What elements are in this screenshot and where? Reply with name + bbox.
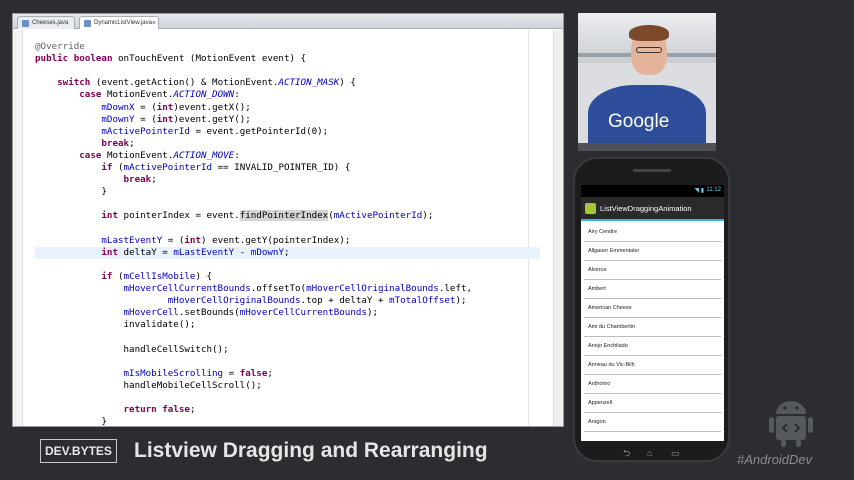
list-item[interactable]: Allgauer Emmentaler [584, 242, 721, 261]
shirt-logo-text: Google [608, 111, 670, 132]
code-line[interactable]: mDownX = (int)event.getX(); [35, 102, 250, 114]
episode-title: Listview Dragging and Rearranging [134, 439, 488, 462]
code-line[interactable]: handleCellSwitch(); [35, 344, 229, 356]
code-line[interactable]: break; [35, 138, 134, 150]
code-line[interactable] [35, 259, 41, 271]
list-item[interactable]: Ami du Chambertin [584, 318, 721, 337]
presenter-hair [629, 25, 669, 41]
java-file-icon [22, 20, 29, 27]
code-line[interactable]: public boolean onTouchEvent (MotionEvent… [35, 53, 306, 65]
code-line[interactable] [35, 392, 41, 404]
code-line[interactable]: case MotionEvent.ACTION_DOWN: [35, 89, 239, 101]
home-icon[interactable]: ⌂ [647, 448, 652, 458]
app-title: ListViewDraggingAnimation [600, 204, 692, 213]
list-item[interactable]: Anejo Enchilado [584, 337, 721, 356]
code-line[interactable]: mHoverCell.setBounds(mHoverCellCurrentBo… [35, 307, 379, 319]
hashtag: #AndroidDev [737, 452, 813, 467]
editor-gutter [13, 30, 23, 426]
presenter-glasses [636, 47, 662, 53]
code-line[interactable]: mActivePointerId = event.getPointerId(0)… [35, 126, 328, 138]
status-time: 11:12 [706, 187, 721, 193]
code-line[interactable]: handleMobileCellScroll(); [35, 380, 262, 392]
code-line[interactable]: } [35, 186, 107, 198]
action-bar: ListViewDraggingAnimation [581, 197, 724, 221]
list-item[interactable]: Ambert [584, 280, 721, 299]
code-line[interactable] [35, 356, 41, 368]
editor-tab-bar: Cheeses.java DynamicListView.java × [13, 14, 563, 29]
code-line[interactable]: mDownY = (int)event.getY(); [35, 114, 250, 126]
phone-nav-bar: ⮌ ⌂ ▭ [623, 448, 683, 458]
code-line[interactable]: @Override [35, 41, 85, 53]
code-line[interactable]: if (mActivePointerId == INVALID_POINTER_… [35, 162, 350, 174]
code-line[interactable]: break; [35, 174, 157, 186]
code-line[interactable]: case MotionEvent.ACTION_MOVE: [35, 150, 239, 162]
tab-cheeses-java[interactable]: Cheeses.java [17, 16, 76, 29]
phone-speaker [633, 169, 671, 172]
editor-vertical-scrollbar[interactable] [553, 30, 563, 426]
list-item[interactable]: Aragon [584, 413, 721, 432]
tab-dynamic-listview-java[interactable]: DynamicListView.java × [79, 16, 159, 29]
tab-label: DynamicListView.java [94, 20, 152, 26]
code-line[interactable]: switch (event.getAction() & MotionEvent.… [35, 77, 356, 89]
code-line[interactable]: if (mCellIsMobile) { [35, 271, 212, 283]
code-line[interactable]: int deltaY = mLastEventY - mDownY; [35, 246, 540, 259]
code-line[interactable]: mHoverCellCurrentBounds.offsetTo(mHoverC… [35, 283, 473, 295]
list-item[interactable]: Anneau du Vic-Bilh [584, 356, 721, 375]
wifi-signal-icon: ◥ ▮ [694, 188, 704, 194]
code-line[interactable]: return false; [35, 404, 196, 416]
code-line[interactable]: mLastEventY = (int) event.getY(pointerIn… [35, 235, 350, 247]
android-logo-icon [769, 401, 813, 447]
android-phone: ◥ ▮ 11:12 ListViewDraggingAnimation Airy… [573, 157, 730, 462]
app-icon [585, 203, 596, 214]
code-line[interactable]: int pointerIndex = event.findPointerInde… [35, 210, 433, 222]
tab-label: Cheeses.java [32, 20, 69, 26]
code-line[interactable] [35, 331, 41, 343]
list-item[interactable]: Appenzell [584, 394, 721, 413]
status-bar: ◥ ▮ 11:12 [581, 185, 724, 197]
list-item[interactable]: American Cheese [584, 299, 721, 318]
code-editor-window[interactable]: Cheeses.java DynamicListView.java × @Ove… [12, 13, 564, 427]
presenter-webcam: Google [578, 13, 716, 151]
recents-icon[interactable]: ▭ [671, 448, 680, 458]
code-line[interactable] [35, 65, 41, 77]
code-line[interactable]: } [35, 416, 107, 426]
list-item[interactable]: Alverca [584, 261, 721, 280]
print-margin [528, 30, 529, 426]
code-line[interactable]: mHoverCellOriginalBounds.top + deltaY + … [35, 295, 467, 307]
list-item[interactable]: Airy Cendre [584, 223, 721, 242]
code-line[interactable]: mIsMobileScrolling = false; [35, 368, 273, 380]
close-tab-icon[interactable]: × [152, 17, 156, 30]
code-line[interactable] [35, 198, 41, 210]
phone-screen[interactable]: ◥ ▮ 11:12 ListViewDraggingAnimation Airy… [581, 185, 724, 441]
list-item[interactable]: Anthoriro [584, 375, 721, 394]
code-line[interactable] [35, 223, 41, 235]
back-icon[interactable]: ⮌ [623, 448, 630, 458]
code-line[interactable]: invalidate(); [35, 319, 196, 331]
devbytes-logo: DEV.BYTES [40, 439, 117, 463]
lower-third: DEV.BYTES Listview Dragging and Rearrang… [0, 431, 565, 471]
java-file-icon [84, 20, 91, 27]
desk [578, 143, 716, 151]
